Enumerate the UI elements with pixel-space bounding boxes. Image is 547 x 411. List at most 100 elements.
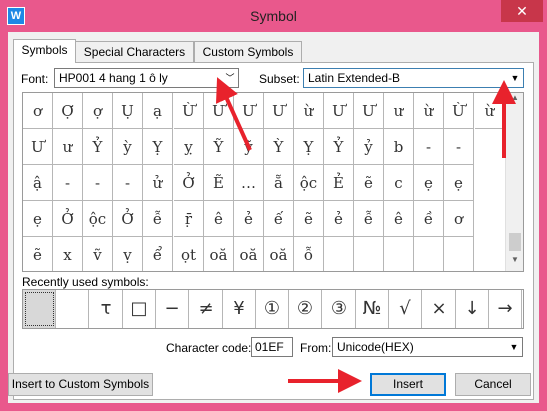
symbol-cell[interactable] bbox=[384, 237, 414, 271]
scroll-thumb[interactable] bbox=[509, 233, 521, 251]
symbol-cell[interactable]: … bbox=[234, 165, 264, 201]
symbol-cell[interactable] bbox=[324, 237, 354, 271]
symbol-cell[interactable]: c bbox=[384, 165, 414, 201]
recent-symbol-cell[interactable]: ≠ bbox=[190, 290, 223, 328]
scroll-down-icon[interactable]: ▼ bbox=[506, 255, 523, 264]
symbol-cell[interactable]: ể bbox=[143, 237, 173, 271]
symbol-cell[interactable]: Ỵ bbox=[143, 129, 173, 165]
cancel-button[interactable]: Cancel bbox=[455, 373, 531, 396]
symbol-cell[interactable]: ừ bbox=[414, 93, 444, 129]
symbol-cell[interactable]: Ợ bbox=[53, 93, 83, 129]
recent-symbol-cell[interactable]: □ bbox=[123, 290, 156, 328]
symbol-cell[interactable] bbox=[414, 237, 444, 271]
symbol-cell[interactable]: Ẽ bbox=[204, 165, 234, 201]
scroll-up-icon[interactable]: ▲ bbox=[506, 93, 523, 102]
symbol-cell[interactable]: ư bbox=[384, 93, 414, 129]
symbol-cell[interactable]: ẽ bbox=[354, 165, 384, 201]
symbol-cell[interactable]: Ỳ bbox=[264, 129, 294, 165]
symbol-cell[interactable]: ỷ bbox=[354, 129, 384, 165]
symbol-cell[interactable]: ẻ bbox=[234, 201, 264, 237]
symbol-cell[interactable]: Ỷ bbox=[324, 129, 354, 165]
symbol-cell[interactable]: ẽ bbox=[23, 237, 53, 271]
recent-symbol-cell[interactable]: → bbox=[489, 290, 522, 328]
recent-symbol-cell[interactable]: √ bbox=[389, 290, 422, 328]
symbol-cell[interactable]: Ở bbox=[53, 201, 83, 237]
symbol-cell[interactable]: ư bbox=[53, 129, 83, 165]
symbol-cell[interactable]: Ừ bbox=[444, 93, 474, 129]
symbol-cell[interactable]: oă bbox=[264, 237, 294, 271]
symbol-cell[interactable]: - bbox=[113, 165, 143, 201]
symbol-cell[interactable]: ỗ bbox=[294, 237, 324, 271]
symbol-cell[interactable]: ṝ bbox=[174, 201, 204, 237]
recent-symbol-cell[interactable]: ① bbox=[256, 290, 289, 328]
symbol-cell[interactable]: Ư bbox=[234, 93, 264, 129]
symbol-cell[interactable]: ề bbox=[414, 201, 444, 237]
symbol-cell[interactable]: ỵ bbox=[174, 129, 204, 165]
symbol-cell[interactable]: oă bbox=[234, 237, 264, 271]
font-select[interactable]: HP001 4 hang 1 ô ly ﹀ bbox=[54, 68, 239, 88]
symbol-cell[interactable]: ộc bbox=[294, 165, 324, 201]
symbol-cell[interactable]: ơ bbox=[23, 93, 53, 129]
recent-symbol-cell[interactable] bbox=[23, 290, 56, 328]
symbol-cell[interactable]: ẽ bbox=[294, 201, 324, 237]
symbol-cell[interactable]: ừ bbox=[294, 93, 324, 129]
insert-button[interactable]: Insert bbox=[370, 373, 446, 396]
symbol-cell[interactable]: Ừ bbox=[174, 93, 204, 129]
symbol-cell[interactable]: oă bbox=[204, 237, 234, 271]
symbol-cell[interactable]: ẹ bbox=[23, 201, 53, 237]
recent-symbol-cell[interactable]: ↓ bbox=[456, 290, 489, 328]
symbol-cell[interactable]: ẹ bbox=[444, 165, 474, 201]
symbol-cell[interactable]: - bbox=[444, 129, 474, 165]
symbol-cell[interactable]: ẵ bbox=[264, 165, 294, 201]
symbol-cell[interactable]: - bbox=[83, 165, 113, 201]
symbol-cell[interactable]: Ỹ bbox=[204, 129, 234, 165]
symbol-cell[interactable]: Ở bbox=[174, 165, 204, 201]
symbol-cell[interactable]: ợ bbox=[83, 93, 113, 129]
symbol-cell[interactable]: ễ bbox=[143, 201, 173, 237]
subset-select[interactable]: Latin Extended-B ▼ bbox=[303, 68, 524, 88]
symbol-cell[interactable]: Ỷ bbox=[83, 129, 113, 165]
symbol-cell[interactable]: ẻ bbox=[324, 201, 354, 237]
close-button[interactable]: ✕ bbox=[501, 0, 543, 22]
recent-symbol-cell[interactable]: τ bbox=[90, 290, 123, 328]
symbol-cell[interactable]: - bbox=[414, 129, 444, 165]
tab-symbols[interactable]: Symbols bbox=[13, 39, 76, 63]
symbol-cell[interactable]: ê bbox=[384, 201, 414, 237]
tab-custom-symbols[interactable]: Custom Symbols bbox=[194, 41, 302, 62]
symbol-cell[interactable]: ậ bbox=[23, 165, 53, 201]
symbol-cell[interactable]: ừ bbox=[475, 93, 505, 129]
recent-symbol-cell[interactable]: ③ bbox=[323, 290, 356, 328]
symbol-cell[interactable]: x bbox=[53, 237, 83, 271]
symbol-cell[interactable]: Ư bbox=[324, 93, 354, 129]
symbol-cell[interactable]: Ỵ bbox=[294, 129, 324, 165]
symbol-cell[interactable]: ṿ bbox=[113, 237, 143, 271]
symbol-cell[interactable]: Ẻ bbox=[324, 165, 354, 201]
symbol-cell[interactable]: ễ bbox=[354, 201, 384, 237]
symbol-cell[interactable]: ê bbox=[204, 201, 234, 237]
symbol-cell[interactable] bbox=[444, 237, 474, 271]
symbol-cell[interactable]: ế bbox=[264, 201, 294, 237]
recent-symbol-cell[interactable]: № bbox=[356, 290, 389, 328]
recent-symbol-cell[interactable]: ¥ bbox=[223, 290, 256, 328]
from-select[interactable]: Unicode(HEX) ▼ bbox=[332, 337, 523, 357]
symbol-cell[interactable]: ṽ bbox=[83, 237, 113, 271]
symbol-cell[interactable]: Ư bbox=[354, 93, 384, 129]
recent-symbol-cell[interactable]: − bbox=[156, 290, 189, 328]
insert-to-custom-symbols-button[interactable]: Insert to Custom Symbols bbox=[8, 373, 153, 396]
symbol-cell[interactable]: - bbox=[53, 165, 83, 201]
recent-symbol-cell[interactable] bbox=[56, 290, 89, 328]
recent-symbol-cell[interactable]: ② bbox=[289, 290, 322, 328]
symbol-cell[interactable]: b bbox=[384, 129, 414, 165]
symbol-cell[interactable]: ộc bbox=[83, 201, 113, 237]
symbol-cell[interactable]: ử bbox=[143, 165, 173, 201]
symbol-cell[interactable]: Ư bbox=[204, 93, 234, 129]
symbol-cell[interactable]: ọt bbox=[174, 237, 204, 271]
symbol-grid-scrollbar[interactable]: ▲ ▼ bbox=[505, 93, 523, 271]
recent-symbol-cell[interactable]: × bbox=[423, 290, 456, 328]
symbol-cell[interactable]: ẹ bbox=[414, 165, 444, 201]
tab-special-characters[interactable]: Special Characters bbox=[75, 41, 194, 62]
symbol-cell[interactable]: Ư bbox=[264, 93, 294, 129]
symbol-cell[interactable]: ỳ bbox=[113, 129, 143, 165]
character-code-field[interactable]: 01EF bbox=[251, 337, 293, 357]
symbol-cell[interactable]: Ở bbox=[113, 201, 143, 237]
